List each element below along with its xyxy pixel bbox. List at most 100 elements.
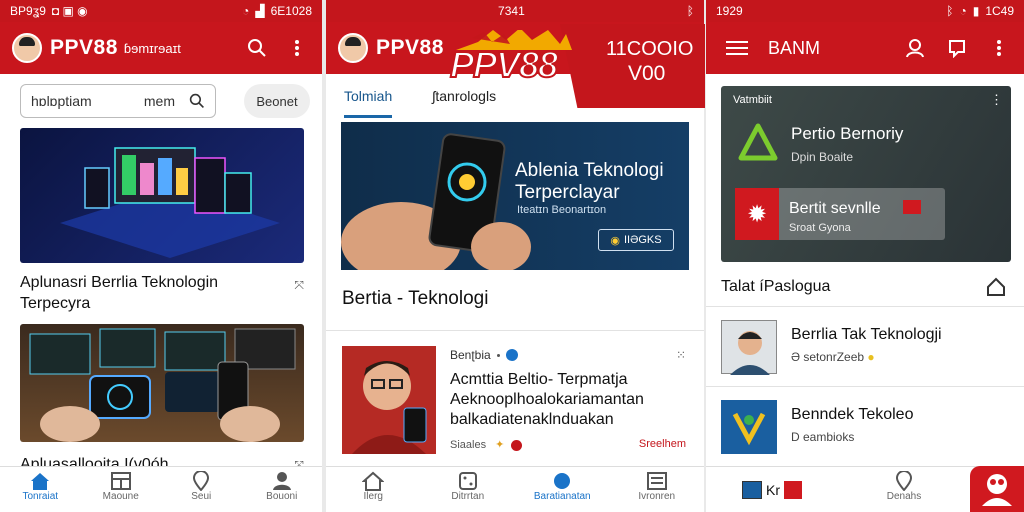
more-vert-icon[interactable] (986, 35, 1012, 61)
bluetooth-icon: ᛒ (946, 4, 954, 18)
status-bar: 7341 ᛒ (326, 0, 704, 22)
news-source: Benʈbia (450, 348, 518, 362)
wifi-icon: ◔ (959, 4, 967, 18)
hero-button-label: IIƏGKS (623, 234, 662, 246)
card-label: Vatmbiit (733, 94, 772, 106)
nav-home[interactable]: Tonraiat (0, 467, 81, 512)
list-thumbnail (721, 320, 777, 375)
nav-label-profile: Bouoni (266, 491, 298, 502)
more-vert-icon[interactable] (284, 35, 310, 61)
home-outline-icon[interactable] (986, 277, 1006, 297)
home-icon (362, 471, 385, 491)
status-left: BP9ʓ9 (10, 4, 46, 18)
nav-discover[interactable]: Baratianatan (515, 467, 610, 512)
nav-home[interactable]: Ilerg (326, 467, 421, 512)
nav-list[interactable]: Ivronren (610, 467, 705, 512)
search-icon[interactable] (244, 35, 270, 61)
gear-icon: ✹ (735, 188, 779, 240)
compass-icon (554, 473, 571, 489)
nav-label-location: Seui (191, 491, 212, 502)
media-icon (742, 480, 762, 499)
nav-label-home: Tonraiat (22, 491, 59, 502)
hero-banner[interactable]: Ablenia Teknologi Terperclayar Iteatɪn B… (341, 122, 689, 270)
list-item-title: Benndek Tekoleo (791, 406, 914, 423)
section-title: Bertia - Teknologi (342, 288, 489, 309)
news-thumbnail (342, 346, 436, 454)
filter-chip[interactable]: Beonet (244, 84, 310, 118)
nav-tab-2[interactable]: Denahs (838, 467, 970, 512)
bottom-nav: Tonraiat Maoune Seui Bouoni (0, 466, 322, 512)
bullet-dot (496, 353, 500, 357)
account-icon[interactable] (902, 35, 928, 61)
verified-icon (505, 349, 518, 361)
brand-subtitle: ɓɘmɪrɘaɪt (123, 40, 181, 56)
status-bar: BP9ʓ9 ◘ ▣ ◉ ◔ ▟ 6E1028 (0, 0, 322, 22)
brand-name: PPV88 (50, 36, 118, 59)
list-item[interactable]: Berrlia Tak Teknologji Ə setonrZeeb ● (721, 320, 1014, 380)
tab-latest[interactable]: Tolmiah (344, 74, 393, 118)
pill-subtitle: Sroat Gyona (789, 222, 851, 234)
nav-label-menu: Maoune (102, 491, 139, 502)
more-vert-icon[interactable]: ⋮ (990, 92, 1003, 108)
nav-label-list: Ivronren (638, 491, 676, 502)
nav-tab-1[interactable]: Kr (706, 467, 838, 512)
nav-label-games: Ditrrtan (451, 491, 485, 502)
status-time: 6E1028 (270, 4, 312, 18)
nav-menu[interactable]: Maoune (81, 467, 162, 512)
list-item[interactable]: Benndek Tekoleo D eambioks (721, 400, 1014, 460)
list-item-meta: Ə setonrZeeb ● (791, 350, 875, 364)
search-suffix: mem (143, 93, 175, 109)
ribbon-line-2: V00 (628, 62, 666, 85)
hero-button[interactable]: ◉ IIƏGKS (598, 229, 674, 251)
floating-action-button[interactable] (970, 466, 1024, 512)
nav-games[interactable]: Ditrrtan (421, 467, 516, 512)
list-title: Talat íPaslogua (721, 278, 831, 295)
bottom-nav: Ilerg Ditrrtan Baratianatan Ivronren (326, 466, 704, 512)
location-icon (895, 471, 913, 491)
article-image-gaming[interactable] (20, 324, 304, 442)
play-icon: ◉ (610, 234, 620, 247)
article-image-tech-display[interactable] (20, 128, 304, 263)
news-tag: Sreelhem (638, 438, 686, 450)
nav-profile[interactable]: Bouoni (242, 467, 323, 512)
article-title-1[interactable]: Aplunasri Berrlia Teknologin Terpecyra (20, 272, 270, 314)
reaction-icon: ● (867, 350, 875, 364)
nav-location[interactable]: Seui (161, 467, 242, 512)
news-item[interactable]: Benʈbia ⁙ Acmttia Beltio- Terpmatja Aekn… (342, 346, 692, 456)
chat-icon[interactable] (944, 35, 970, 61)
status-time: 7341 (498, 4, 525, 18)
pill-badge-icon (903, 200, 921, 214)
list-item-meta-text: Ə setonrZeeb (791, 350, 865, 364)
brand-name: PPV88 (376, 36, 444, 59)
avatar[interactable] (338, 33, 368, 63)
avatar[interactable] (12, 33, 42, 63)
app-bar: BANM (706, 22, 1024, 74)
more-options-icon[interactable]: ⁙ (676, 348, 686, 362)
screen-title: BANM (768, 37, 821, 58)
wifi-icon: ◔ (242, 4, 250, 18)
nav-label-1: Kr (766, 481, 780, 498)
home-icon (31, 473, 50, 490)
hero-subtitle: Iteatɪn Beonartɪon (517, 204, 607, 216)
news-meta: Siaales ✦ (450, 438, 523, 451)
triangle-app-icon (738, 123, 778, 161)
search-value: hɒlɒptiam (31, 93, 92, 109)
nav-label-home: Ilerg (363, 491, 383, 502)
card-title: Pertio Bernoriy (791, 124, 904, 143)
menu-icon[interactable] (724, 35, 750, 61)
app-bar: PPV88 ɓɘmɪrɘaɪt (0, 22, 322, 74)
share-icon[interactable]: ⤧ (294, 278, 304, 293)
hero-title: Ablenia Teknologi Terperclayar (515, 160, 664, 203)
promo-pill[interactable]: ✹ Bertit sevnlle Sroat Gyona (735, 188, 945, 240)
divider (326, 330, 704, 331)
search-icon[interactable] (189, 93, 205, 109)
nav-label-discover: Baratianatan (533, 491, 591, 502)
battery-icon: ▮ (972, 4, 980, 18)
signal-icon: ▟ (255, 4, 265, 18)
screen-detail: 1929 ᛒ ◔ ▮ 1C49 BANM Vatmbiit ⋮ Pertio Bern… (706, 0, 1024, 512)
list-icon (646, 472, 667, 490)
status-bar: 1929 ᛒ ◔ ▮ 1C49 (706, 0, 1024, 22)
featured-card[interactable]: Vatmbiit ⋮ Pertio Bernoriy Dpin Boaite ✹… (721, 86, 1011, 262)
divider (706, 306, 1024, 307)
search-input[interactable]: hɒlɒptiam mem (20, 84, 216, 118)
